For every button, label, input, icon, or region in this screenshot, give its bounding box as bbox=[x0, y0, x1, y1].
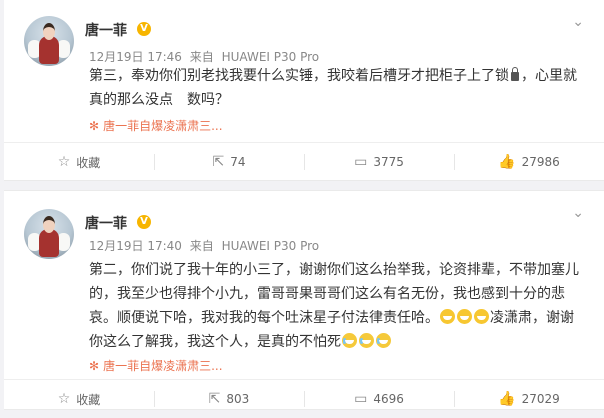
post-text-line: 你这么了解我，我这个人，是真的不怕死 bbox=[89, 334, 341, 350]
post-meta: 12月19日 17:40 来自 HUAWEI P30 Pro bbox=[89, 237, 323, 254]
post-meta: 12月19日 17:46 来自 HUAWEI P30 Pro bbox=[89, 48, 323, 65]
weibo-post-1: 唐一菲 V ⌄ 12月19日 17:46 来自 HUAWEI P30 Pro 第… bbox=[4, 0, 604, 181]
verified-badge-icon: V bbox=[137, 215, 151, 229]
post-date[interactable]: 12月19日 17:40 bbox=[89, 239, 182, 253]
flower-icon: ✻ bbox=[89, 359, 100, 373]
post-text: 第二，你们说了我十年的小三了，谢谢你们这么抬举我，论资排辈，不带加塞儿 的，我至… bbox=[89, 258, 594, 354]
comment-button[interactable]: ▭ 4696 bbox=[304, 380, 454, 418]
repost-source-link[interactable]: ✻ 唐一菲自爆凌潇肃三... bbox=[89, 357, 223, 374]
collect-label: 收藏 bbox=[76, 155, 101, 170]
avatar-figure bbox=[39, 229, 59, 257]
comment-button[interactable]: ▭ 3775 bbox=[304, 143, 454, 181]
avatar[interactable] bbox=[24, 16, 74, 66]
thumbs-up-icon: 👍 bbox=[498, 154, 516, 170]
device-name: HUAWEI P30 Pro bbox=[221, 50, 320, 64]
post-text-line: 的，我至少也得排个小九，雷哥哥果哥哥们这么有名无份，我也感到十分的悲 bbox=[89, 286, 565, 302]
grin-emoji-icon bbox=[474, 309, 489, 324]
author-name[interactable]: 唐一菲 bbox=[85, 20, 127, 40]
laugh-cry-emoji-icon bbox=[376, 333, 391, 348]
star-icon: ☆ bbox=[57, 154, 71, 170]
post-text-line: 第三，奉劝你们别老找我要什么实锤，我咬着后槽牙才把柜子上了锁 bbox=[89, 68, 509, 84]
repost-count: 803 bbox=[226, 392, 250, 406]
action-bar: ☆ 收藏 ⇱ 74 ▭ 3775 👍 27986 bbox=[4, 142, 604, 181]
thumbs-up-icon: 👍 bbox=[498, 391, 516, 407]
repost-source-link[interactable]: ✻ 唐一菲自爆凌潇肃三... bbox=[89, 117, 223, 134]
grin-emoji-icon bbox=[440, 309, 455, 324]
laugh-cry-emoji-icon bbox=[359, 333, 374, 348]
avatar[interactable] bbox=[24, 209, 74, 259]
avatar-head bbox=[43, 23, 55, 40]
comment-icon: ▭ bbox=[354, 154, 368, 170]
verified-badge-icon: V bbox=[137, 22, 151, 36]
post-text-line: 凌潇肃，谢谢 bbox=[490, 310, 574, 326]
star-icon: ☆ bbox=[57, 391, 71, 407]
chevron-down-icon[interactable]: ⌄ bbox=[572, 205, 584, 221]
source-prefix: 来自 bbox=[189, 239, 214, 253]
author-name[interactable]: 唐一菲 bbox=[85, 213, 127, 233]
weibo-post-2: 唐一菲 V ⌄ 12月19日 17:40 来自 HUAWEI P30 Pro 第… bbox=[4, 190, 604, 410]
flower-icon: ✻ bbox=[89, 119, 100, 133]
comment-icon: ▭ bbox=[354, 391, 368, 407]
repost-button[interactable]: ⇱ 803 bbox=[154, 380, 304, 418]
source-prefix: 来自 bbox=[189, 50, 214, 64]
lock-icon bbox=[511, 67, 519, 81]
like-button[interactable]: 👍 27986 bbox=[454, 143, 604, 181]
avatar-figure bbox=[39, 36, 59, 64]
post-text-line: 第二，你们说了我十年的小三了，谢谢你们这么抬举我，论资排辈，不带加塞儿 bbox=[89, 262, 579, 278]
post-text: 第三，奉劝你们别老找我要什么实锤，我咬着后槽牙才把柜子上了锁 ，心里就 真的那么没… bbox=[89, 64, 594, 112]
avatar-head bbox=[43, 216, 55, 233]
share-icon: ⇱ bbox=[208, 391, 221, 407]
post-date[interactable]: 12月19日 17:46 bbox=[89, 50, 182, 64]
comment-count: 3775 bbox=[373, 155, 404, 169]
repost-source-label[interactable]: 唐一菲自爆凌潇肃三... bbox=[103, 119, 222, 133]
post-text-line: 哀。顺便说下哈，我对我的每个吐沫星子付法律责任哈。 bbox=[89, 310, 439, 326]
repost-count: 74 bbox=[230, 155, 246, 169]
share-icon: ⇱ bbox=[212, 154, 225, 170]
comment-count: 4696 bbox=[373, 392, 404, 406]
laugh-cry-emoji-icon bbox=[342, 333, 357, 348]
grin-emoji-icon bbox=[457, 309, 472, 324]
collect-button[interactable]: ☆ 收藏 bbox=[4, 143, 154, 181]
device-name: HUAWEI P30 Pro bbox=[221, 239, 320, 253]
collect-button[interactable]: ☆ 收藏 bbox=[4, 380, 154, 418]
chevron-down-icon[interactable]: ⌄ bbox=[572, 14, 584, 30]
post-text-line: 真的那么没点 数吗？ bbox=[89, 92, 229, 108]
action-bar: ☆ 收藏 ⇱ 803 ▭ 4696 👍 27029 bbox=[4, 379, 604, 418]
like-count: 27029 bbox=[521, 392, 560, 406]
collect-label: 收藏 bbox=[76, 392, 101, 407]
like-count: 27986 bbox=[521, 155, 560, 169]
repost-button[interactable]: ⇱ 74 bbox=[154, 143, 304, 181]
post-text-line: ，心里就 bbox=[521, 68, 577, 84]
repost-source-label[interactable]: 唐一菲自爆凌潇肃三... bbox=[103, 359, 222, 373]
like-button[interactable]: 👍 27029 bbox=[454, 380, 604, 418]
